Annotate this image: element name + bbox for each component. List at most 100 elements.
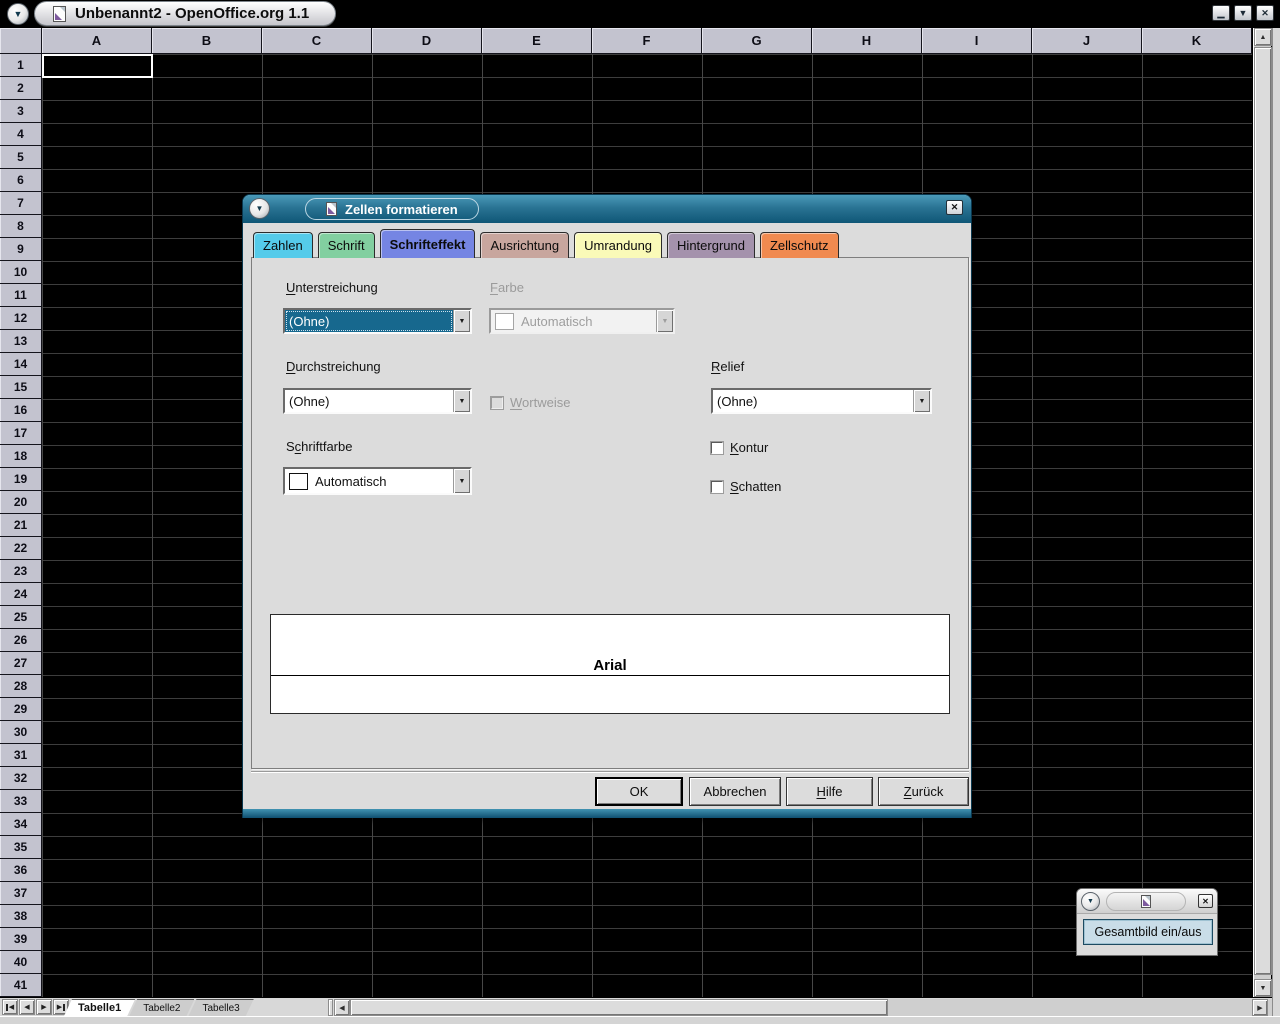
row-header-12[interactable]: 12 (0, 307, 42, 330)
schatten-checkbox[interactable] (711, 481, 723, 493)
sheet-tab-tabelle2[interactable]: Tabelle2 (129, 999, 194, 1016)
row-header-9[interactable]: 9 (0, 238, 42, 261)
row-header-2[interactable]: 2 (0, 77, 42, 100)
window-title-pill[interactable]: Unbenannt2 - OpenOffice.org 1.1 (34, 1, 336, 26)
vertical-scroll-thumb[interactable] (1254, 47, 1272, 975)
column-header-b[interactable]: B (152, 28, 262, 54)
row-header-32[interactable]: 32 (0, 767, 42, 790)
schriftfarbe-combobox[interactable]: Automatisch ▼ (283, 467, 472, 495)
column-header-j[interactable]: J (1032, 28, 1142, 54)
float-menu-button[interactable]: ▼ (1081, 892, 1100, 911)
row-header-25[interactable]: 25 (0, 606, 42, 629)
float-close-button[interactable]: ✕ (1198, 894, 1213, 908)
dropdown-arrow-icon[interactable]: ▼ (913, 390, 930, 412)
row-header-13[interactable]: 13 (0, 330, 42, 353)
column-header-k[interactable]: K (1142, 28, 1252, 54)
row-header-31[interactable]: 31 (0, 744, 42, 767)
row-header-26[interactable]: 26 (0, 629, 42, 652)
column-header-e[interactable]: E (482, 28, 592, 54)
column-header-f[interactable]: F (592, 28, 702, 54)
row-header-39[interactable]: 39 (0, 928, 42, 951)
horizontal-scrollbar[interactable]: ◀ ▶ (334, 999, 1272, 1016)
window-menu-button[interactable]: ▼ (7, 3, 29, 25)
column-header-d[interactable]: D (372, 28, 482, 54)
selected-cell-a1[interactable] (42, 54, 153, 78)
row-header-21[interactable]: 21 (0, 514, 42, 537)
row-header-19[interactable]: 19 (0, 468, 42, 491)
sheet-tab-tabelle3[interactable]: Tabelle3 (188, 999, 253, 1016)
row-header-40[interactable]: 40 (0, 951, 42, 974)
row-header-18[interactable]: 18 (0, 445, 42, 468)
row-header-17[interactable]: 17 (0, 422, 42, 445)
dialog-menu-button[interactable]: ▼ (249, 198, 270, 219)
previous-sheet-button[interactable]: ◀ (19, 999, 35, 1015)
column-header-g[interactable]: G (702, 28, 812, 54)
column-header-h[interactable]: H (812, 28, 922, 54)
dialog-titlebar[interactable]: ▼ Zellen formatieren ✕ (243, 195, 971, 223)
dropdown-arrow-icon[interactable]: ▼ (453, 310, 470, 332)
tabbar-splitter-handle[interactable] (328, 999, 333, 1016)
row-header-23[interactable]: 23 (0, 560, 42, 583)
scroll-up-button[interactable]: ▲ (1254, 28, 1272, 46)
ok-button[interactable]: OK (595, 777, 683, 806)
row-header-24[interactable]: 24 (0, 583, 42, 606)
next-sheet-button[interactable]: ▶ (36, 999, 52, 1015)
row-header-8[interactable]: 8 (0, 215, 42, 238)
column-header-a[interactable]: A (42, 28, 152, 54)
row-header-11[interactable]: 11 (0, 284, 42, 307)
close-window-button[interactable]: ✕ (1256, 5, 1274, 21)
row-header-6[interactable]: 6 (0, 169, 42, 192)
row-header-5[interactable]: 5 (0, 146, 42, 169)
row-header-14[interactable]: 14 (0, 353, 42, 376)
row-header-36[interactable]: 36 (0, 859, 42, 882)
row-header-29[interactable]: 29 (0, 698, 42, 721)
vertical-scrollbar[interactable]: ▲ ▼ (1253, 28, 1271, 997)
row-header-27[interactable]: 27 (0, 652, 42, 675)
kontur-checkbox-row[interactable]: Kontur (711, 440, 768, 455)
tab-hintergrund[interactable]: Hintergrund (667, 232, 755, 258)
row-header-10[interactable]: 10 (0, 261, 42, 284)
row-header-33[interactable]: 33 (0, 790, 42, 813)
first-sheet-button[interactable]: ◀ (2, 999, 18, 1015)
row-header-41[interactable]: 41 (0, 974, 42, 997)
scroll-down-button[interactable]: ▼ (1254, 979, 1272, 997)
dialog-close-button[interactable]: ✕ (946, 200, 963, 215)
row-header-22[interactable]: 22 (0, 537, 42, 560)
tab-zellschutz[interactable]: Zellschutz (760, 232, 839, 258)
row-header-3[interactable]: 3 (0, 100, 42, 123)
row-header-20[interactable]: 20 (0, 491, 42, 514)
tab-zahlen[interactable]: Zahlen (253, 232, 313, 258)
tab-schrift[interactable]: Schrift (318, 232, 375, 258)
gesamtbild-toggle-button[interactable]: Gesamtbild ein/aus (1083, 919, 1213, 945)
row-header-35[interactable]: 35 (0, 836, 42, 859)
relief-combobox[interactable]: (Ohne) ▼ (711, 388, 932, 414)
horizontal-scroll-thumb[interactable] (350, 999, 888, 1016)
shade-button[interactable]: ▼ (1234, 5, 1252, 21)
float-titlebar[interactable]: ▼ ✕ (1077, 889, 1217, 914)
row-header-7[interactable]: 7 (0, 192, 42, 215)
row-header-1[interactable]: 1 (0, 54, 42, 77)
column-header-c[interactable]: C (262, 28, 372, 54)
tab-schrifteffekt[interactable]: Schrifteffekt (380, 229, 476, 258)
dropdown-arrow-icon[interactable]: ▼ (453, 390, 470, 412)
kontur-checkbox[interactable] (711, 442, 723, 454)
abbrechen-button[interactable]: Abbrechen (689, 777, 781, 806)
schatten-checkbox-row[interactable]: Schatten (711, 479, 781, 494)
tab-umrandung[interactable]: Umrandung (574, 232, 662, 258)
column-header-i[interactable]: I (922, 28, 1032, 54)
hilfe-button[interactable]: Hilfe (786, 777, 873, 806)
scroll-left-button[interactable]: ◀ (334, 999, 350, 1016)
scroll-right-button[interactable]: ▶ (1252, 999, 1268, 1016)
row-header-30[interactable]: 30 (0, 721, 42, 744)
tab-ausrichtung[interactable]: Ausrichtung (480, 232, 569, 258)
unterstreichung-combobox[interactable]: (Ohne) ▼ (283, 308, 472, 334)
row-header-15[interactable]: 15 (0, 376, 42, 399)
row-header-16[interactable]: 16 (0, 399, 42, 422)
row-header-34[interactable]: 34 (0, 813, 42, 836)
sheet-tab-tabelle1[interactable]: Tabelle1 (64, 999, 135, 1016)
durchstreichung-combobox[interactable]: (Ohne) ▼ (283, 388, 472, 414)
row-header-38[interactable]: 38 (0, 905, 42, 928)
zurueck-button[interactable]: Zurück (878, 777, 969, 806)
row-header-28[interactable]: 28 (0, 675, 42, 698)
dropdown-arrow-icon[interactable]: ▼ (453, 469, 470, 493)
